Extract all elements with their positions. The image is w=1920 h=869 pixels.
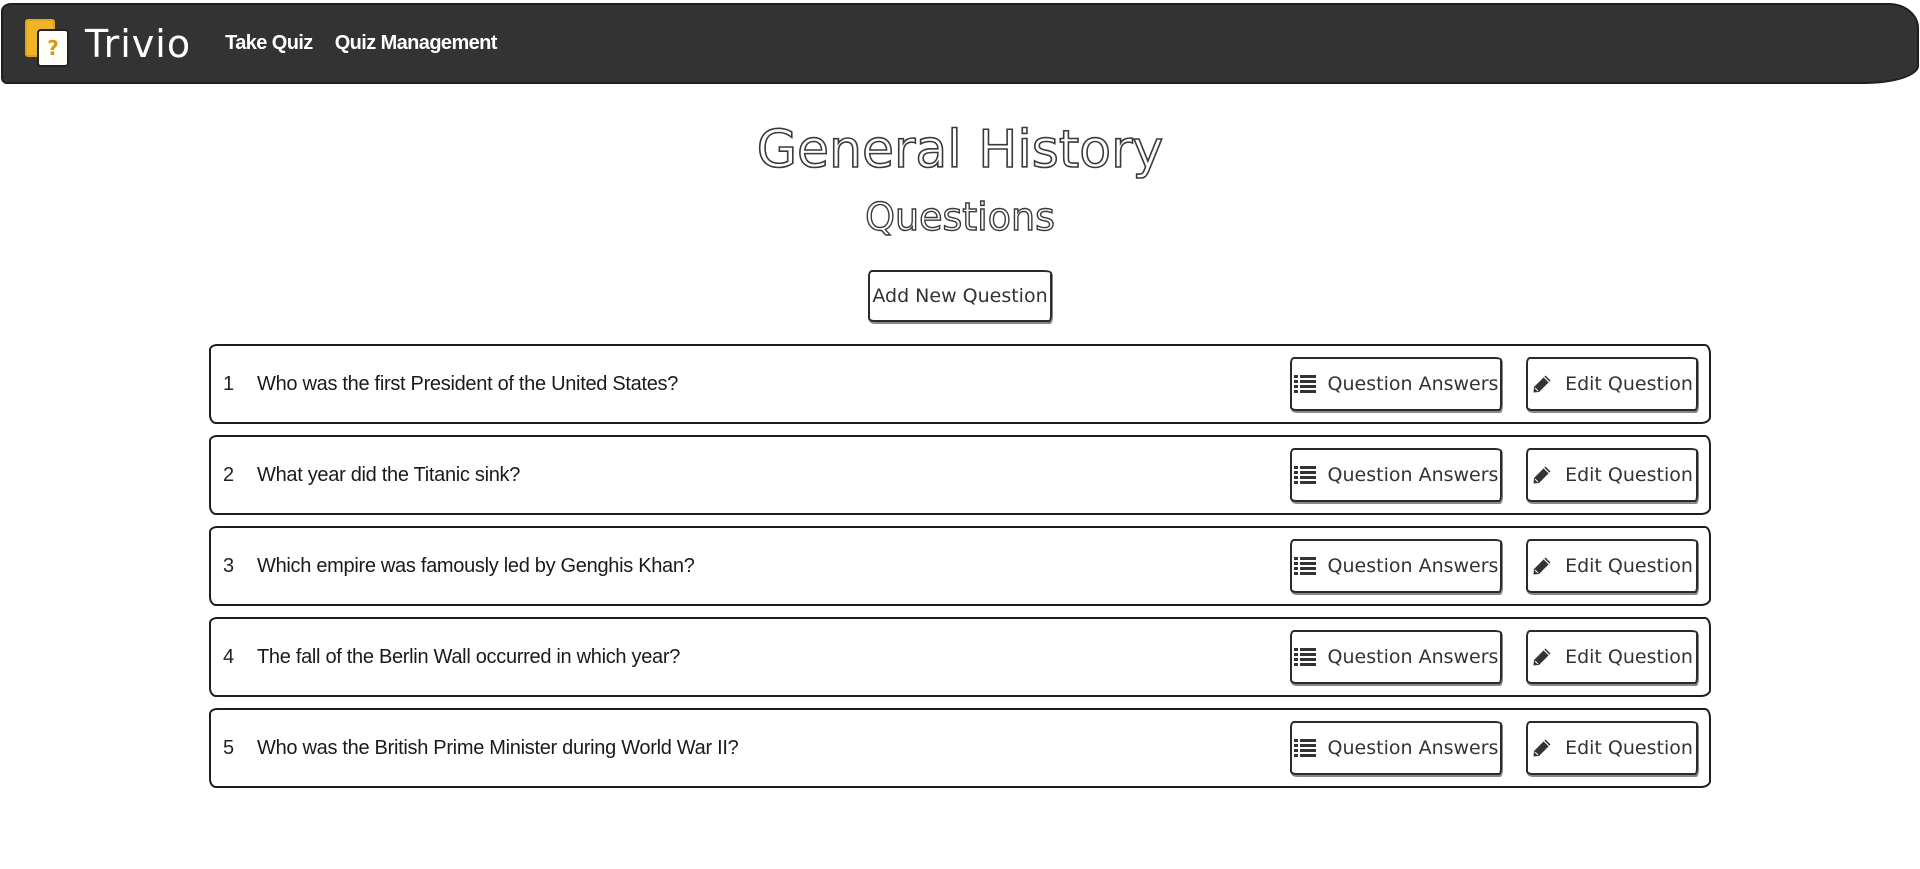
question-answers-button[interactable]: Question Answers (1290, 630, 1502, 684)
question-actions: Question Answers Edit Question (1290, 448, 1698, 502)
edit-question-button[interactable]: Edit Question (1526, 721, 1698, 775)
edit-question-label: Edit Question (1565, 464, 1693, 486)
question-answers-button[interactable]: Question Answers (1290, 448, 1502, 502)
brand-name: Trivio (85, 21, 192, 66)
question-number: 4 (223, 645, 235, 668)
list-icon (1293, 373, 1316, 395)
question-row: 1 Who was the first President of the Uni… (209, 344, 1711, 424)
question-answers-label: Question Answers (1327, 737, 1499, 759)
nav-take-quiz[interactable]: Take Quiz (225, 32, 313, 55)
question-answers-button[interactable]: Question Answers (1290, 539, 1502, 593)
pencil-icon (1531, 737, 1553, 759)
page-subtitle: Questions (864, 194, 1055, 239)
pencil-icon (1531, 373, 1553, 395)
question-actions: Question Answers Edit Question (1290, 721, 1698, 775)
question-mark-card: ? (37, 28, 69, 67)
pencil-icon (1531, 464, 1553, 486)
question-answers-button[interactable]: Question Answers (1290, 721, 1502, 775)
add-new-question-button[interactable]: Add New Question (868, 270, 1052, 322)
question-text: Who was the first President of the Unite… (257, 372, 679, 395)
question-number: 5 (223, 736, 235, 759)
pencil-icon (1531, 646, 1553, 668)
question-answers-label: Question Answers (1327, 555, 1499, 577)
list-icon (1293, 646, 1316, 668)
question-row: 5 Who was the British Prime Minister dur… (209, 708, 1711, 788)
question-actions: Question Answers Edit Question (1290, 357, 1698, 411)
question-number: 3 (223, 554, 235, 577)
nav-quiz-management[interactable]: Quiz Management (335, 32, 498, 55)
question-text: The fall of the Berlin Wall occurred in … (257, 645, 681, 668)
question-answers-button[interactable]: Question Answers (1290, 357, 1502, 411)
question-text: What year did the Titanic sink? (257, 463, 521, 486)
page-title: General History (756, 119, 1164, 181)
edit-question-button[interactable]: Edit Question (1526, 357, 1698, 411)
edit-question-label: Edit Question (1565, 373, 1693, 395)
question-number: 2 (223, 463, 235, 486)
question-number: 1 (223, 372, 235, 395)
question-list: 1 Who was the first President of the Uni… (209, 344, 1711, 799)
question-text: Who was the British Prime Minister durin… (257, 736, 739, 759)
question-text: Which empire was famously led by Genghis… (257, 554, 695, 577)
question-row: 3 Which empire was famously led by Gengh… (209, 526, 1711, 606)
list-icon (1293, 737, 1316, 759)
trivio-logo-icon: ? (25, 18, 73, 69)
top-navbar: ? Trivio Take Quiz Quiz Management (1, 3, 1919, 84)
list-icon (1293, 555, 1316, 577)
question-actions: Question Answers Edit Question (1290, 630, 1698, 684)
edit-question-button[interactable]: Edit Question (1526, 448, 1698, 502)
edit-question-label: Edit Question (1565, 555, 1693, 577)
question-row: 2 What year did the Titanic sink? Questi… (209, 435, 1711, 515)
edit-question-label: Edit Question (1565, 737, 1693, 759)
question-answers-label: Question Answers (1327, 646, 1499, 668)
question-actions: Question Answers Edit Question (1290, 539, 1698, 593)
nav-links: Take Quiz Quiz Management (225, 32, 497, 55)
question-answers-label: Question Answers (1327, 373, 1499, 395)
brand-link[interactable]: ? Trivio (25, 18, 192, 69)
edit-question-button[interactable]: Edit Question (1526, 630, 1698, 684)
edit-question-button[interactable]: Edit Question (1526, 539, 1698, 593)
question-answers-label: Question Answers (1327, 464, 1499, 486)
pencil-icon (1531, 555, 1553, 577)
list-icon (1293, 464, 1316, 486)
question-row: 4 The fall of the Berlin Wall occurred i… (209, 617, 1711, 697)
edit-question-label: Edit Question (1565, 646, 1693, 668)
